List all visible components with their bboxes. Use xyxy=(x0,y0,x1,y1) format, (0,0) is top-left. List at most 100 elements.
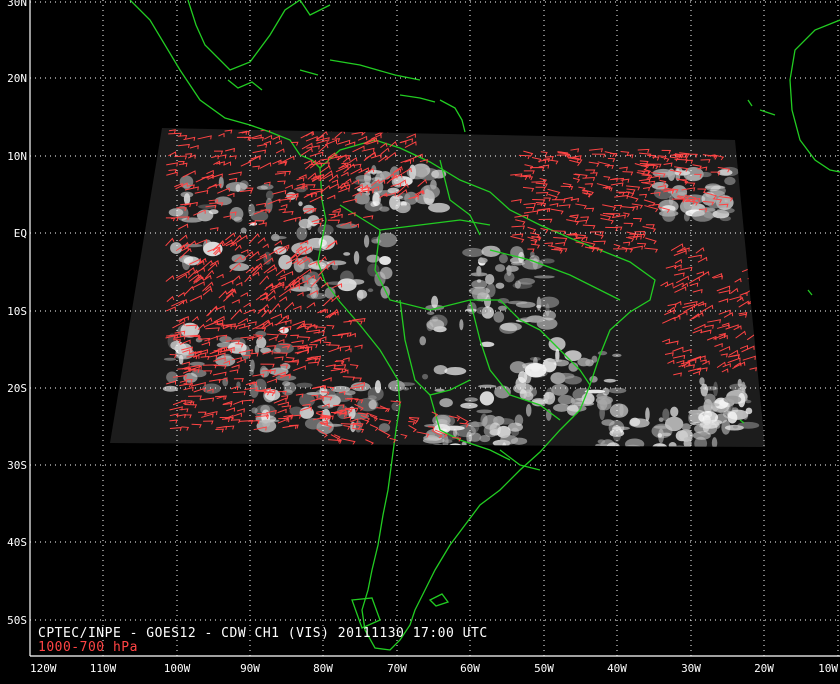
cloud-patch xyxy=(601,419,615,426)
cloud-patch xyxy=(543,391,556,405)
latitude-label: 20N xyxy=(7,72,27,85)
cloud-patch xyxy=(460,402,478,409)
cloud-patch xyxy=(218,176,224,189)
cloud-patch xyxy=(439,398,453,408)
cloud-patch xyxy=(471,287,487,302)
map-caption: CPTEC/INPE - GOES12 - CDW CH1 (VIS) 2011… xyxy=(38,626,488,641)
longitude-label: 110W xyxy=(90,662,117,675)
longitude-label: 40W xyxy=(607,662,627,675)
cloud-patch xyxy=(298,201,303,207)
cloud-patch xyxy=(391,402,400,411)
cloud-patch xyxy=(619,404,624,417)
longitude-label: 100W xyxy=(164,662,191,675)
cloud-patch xyxy=(563,375,582,385)
cloud-patch xyxy=(479,391,495,406)
cloud-patch xyxy=(723,395,742,404)
cloud-patch xyxy=(476,306,489,315)
wind-barb xyxy=(371,128,380,132)
cloud-patch xyxy=(374,380,382,394)
wind-barb xyxy=(417,128,427,134)
cloud-patch xyxy=(603,378,617,383)
cloud-patch xyxy=(372,191,380,207)
cloud-patch xyxy=(505,265,519,272)
cloud-patch xyxy=(542,310,556,321)
cloud-patch xyxy=(745,407,753,415)
cloud-patch xyxy=(727,411,738,424)
cloud-patch xyxy=(408,164,417,180)
cloud-patch xyxy=(737,421,760,429)
longitude-label: 60W xyxy=(460,662,480,675)
cloud-patch xyxy=(289,406,304,416)
wind-barb xyxy=(411,128,423,132)
cloud-patch xyxy=(423,435,439,441)
cloud-patch xyxy=(265,190,274,200)
latitude-label: 20S xyxy=(7,382,27,395)
cloud-patch xyxy=(662,408,670,422)
cloud-patch xyxy=(500,322,522,332)
latitude-label: 10S xyxy=(7,305,27,318)
cloud-patch xyxy=(219,336,232,343)
cloud-patch xyxy=(389,195,401,210)
latitude-label: 10N xyxy=(7,150,27,163)
cloud-patch xyxy=(670,445,689,447)
cloud-patch xyxy=(547,358,563,363)
cloud-patch xyxy=(577,357,591,367)
cloud-patch xyxy=(356,289,368,299)
cloud-patch xyxy=(371,177,383,182)
longitude-label: 30W xyxy=(681,662,701,675)
cloud-patch xyxy=(483,424,498,438)
cloud-patch xyxy=(681,423,691,431)
cloud-patch xyxy=(600,439,616,447)
cloud-patch xyxy=(668,195,674,205)
longitude-label: 70W xyxy=(387,662,407,675)
cloud-patch xyxy=(745,399,752,404)
cloud-patch xyxy=(498,254,508,264)
cloud-patch xyxy=(478,384,497,388)
cloud-patch xyxy=(464,397,478,402)
cloud-patch xyxy=(229,207,244,221)
cloud-patch xyxy=(427,311,435,315)
cloud-patch xyxy=(724,176,736,186)
cloud-patch xyxy=(380,266,393,280)
cloud-patch xyxy=(662,209,676,222)
latitude-labels: 30N 20N 10N EQ 10S 20S 30S 40S 50S xyxy=(7,0,27,627)
cloud-patch xyxy=(162,385,179,392)
cloud-patch xyxy=(535,304,542,309)
cloud-patch xyxy=(494,264,506,272)
cloud-patch xyxy=(651,423,673,439)
cloud-patch xyxy=(466,431,473,444)
cloud-patch xyxy=(296,382,313,388)
longitude-label: 120W xyxy=(30,662,57,675)
cloud-patch xyxy=(524,362,547,378)
latitude-label: 40S xyxy=(7,536,27,549)
cloud-patch xyxy=(178,354,184,365)
longitude-labels: 120W 110W 100W 90W 80W 70W 60W 50W 40W 30W 20W 10W xyxy=(30,662,838,675)
longitude-label: 80W xyxy=(313,662,333,675)
cloud-patch xyxy=(398,205,410,211)
cloud-patch xyxy=(609,403,629,418)
wind-barb xyxy=(317,128,326,131)
cloud-patch xyxy=(353,251,360,265)
wind-barb xyxy=(330,128,340,132)
cloud-patch xyxy=(448,443,463,447)
cloud-patch xyxy=(428,443,449,447)
cloud-patch xyxy=(515,301,536,308)
cloud-patch xyxy=(419,336,427,346)
cloud-patch xyxy=(477,257,488,264)
cloud-patch xyxy=(256,419,277,433)
cloud-patch xyxy=(444,367,467,376)
cloud-patch xyxy=(500,435,519,445)
cloud-patch xyxy=(629,417,641,427)
latitude-label: EQ xyxy=(14,227,27,240)
latitude-label: 50S xyxy=(7,614,27,627)
cloud-patch xyxy=(525,404,532,417)
cloud-patch xyxy=(273,246,287,255)
cloud-patch xyxy=(711,437,718,447)
cloud-patch xyxy=(729,383,747,391)
cloud-patch xyxy=(504,271,515,283)
cloud-patch xyxy=(422,373,429,380)
wind-barb xyxy=(387,128,401,132)
cloud-patch xyxy=(597,350,608,356)
longitude-label: 20W xyxy=(754,662,774,675)
cloud-patch xyxy=(476,409,493,414)
